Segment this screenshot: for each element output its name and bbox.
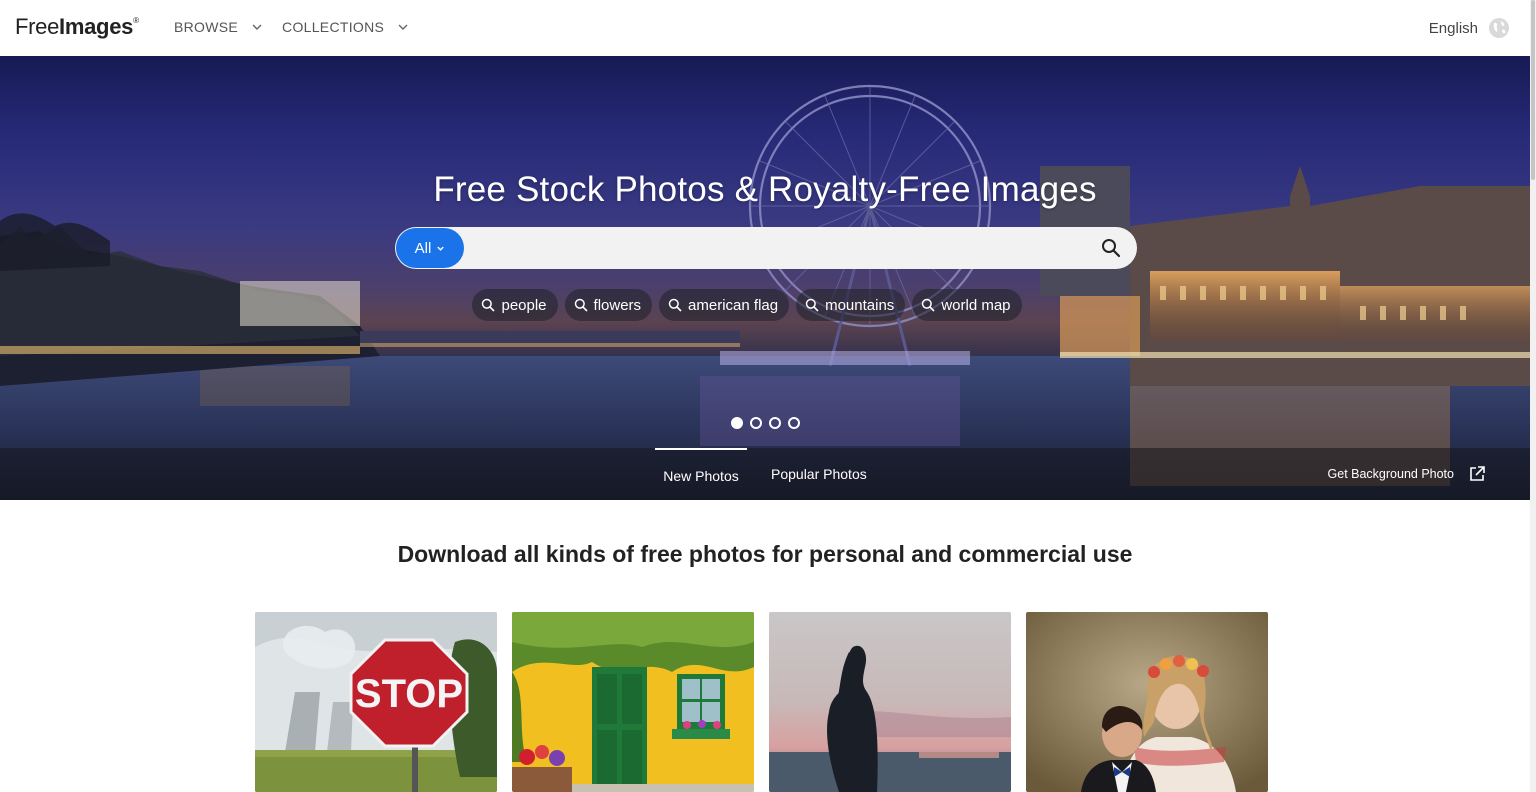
language-selector[interactable]: English — [1429, 17, 1510, 39]
photo-thumbnail: STOP — [255, 612, 497, 792]
search-scope-dropdown[interactable]: All — [396, 228, 464, 268]
tab-popular-photos-label: Popular Photos — [771, 466, 867, 482]
get-background-photo-label: Get Background Photo — [1327, 467, 1454, 481]
tab-new-photos[interactable]: New Photos — [655, 448, 747, 500]
scrollbar-thumb[interactable] — [1531, 0, 1535, 180]
photo-card[interactable]: STOP — [255, 612, 497, 792]
section-lead-text: Download all kinds of free photos for pe… — [397, 541, 1133, 567]
get-background-photo-link[interactable]: Get Background Photo — [1328, 448, 1486, 500]
search-tag[interactable]: people — [472, 289, 558, 321]
photo-thumbnail — [512, 612, 754, 792]
search-tag-label: flowers — [593, 296, 642, 314]
search-icon — [922, 298, 935, 312]
search-tag-label: american flag — [688, 296, 779, 314]
search-tag[interactable]: world map — [912, 289, 1022, 321]
top-header: FreeImages® BROWSE COLLECTIONS English — [0, 0, 1536, 56]
search-tag-label: world map — [941, 296, 1011, 314]
photo-grid: STOP — [255, 612, 1268, 792]
hero-background-image — [0, 84, 1530, 500]
nav-browse[interactable]: BROWSE — [174, 19, 282, 35]
chevron-down-icon — [437, 246, 445, 251]
stop-sign-text: STOP — [355, 672, 463, 716]
search-tag[interactable]: american flag — [659, 289, 790, 321]
carousel-indicators — [0, 417, 1530, 429]
search-icon — [574, 298, 588, 312]
hero-title: Free Stock Photos & Royalty-Free Images — [433, 170, 1097, 209]
hero-tab-bar: New Photos Popular Photos Get Background… — [0, 448, 1530, 500]
popular-search-tags: people flowers american flag mountains w… — [0, 289, 1530, 321]
search-icon — [805, 298, 819, 312]
nav-browse-label: BROWSE — [174, 19, 239, 35]
nav-collections[interactable]: COLLECTIONS — [282, 19, 428, 35]
carousel-dot[interactable] — [730, 417, 743, 429]
logo-light-text: Free — [15, 14, 60, 39]
search-tag-label: people — [501, 296, 547, 314]
globe-icon — [1489, 18, 1509, 38]
search-icon — [668, 298, 682, 312]
external-link-icon — [1470, 466, 1485, 481]
search-tag-label: mountains — [825, 296, 895, 314]
search-icon — [482, 298, 496, 312]
search-input[interactable] — [475, 233, 1075, 263]
tab-new-photos-label: New Photos — [663, 468, 739, 484]
chevron-down-icon — [398, 24, 408, 30]
tab-popular-photos[interactable]: Popular Photos — [763, 448, 875, 500]
photo-thumbnail — [1026, 612, 1268, 792]
logo-bold-text: Images — [59, 14, 134, 39]
photo-card[interactable] — [1026, 612, 1268, 792]
search-tag[interactable]: mountains — [796, 289, 906, 321]
search-icon[interactable] — [1101, 238, 1121, 258]
main-nav: BROWSE COLLECTIONS — [174, 19, 428, 35]
search-tag[interactable]: flowers — [564, 289, 653, 321]
search-scope-label: All — [414, 239, 432, 257]
hero-banner: Free Stock Photos & Royalty-Free Images … — [0, 56, 1530, 500]
carousel-dot[interactable] — [768, 417, 781, 429]
site-logo[interactable]: FreeImages® — [15, 14, 139, 40]
carousel-dot[interactable] — [787, 417, 800, 429]
photo-card[interactable] — [769, 612, 1011, 792]
photo-thumbnail — [769, 612, 1011, 792]
logo-registered-mark: ® — [133, 15, 139, 25]
photo-feed-tabs: New Photos Popular Photos — [655, 448, 883, 500]
language-label: English — [1428, 19, 1478, 37]
page-scrollbar[interactable] — [1530, 0, 1536, 792]
carousel-dot[interactable] — [749, 417, 762, 429]
nav-collections-label: COLLECTIONS — [282, 19, 385, 35]
photo-card[interactable] — [512, 612, 754, 792]
chevron-down-icon — [252, 24, 262, 30]
search-bar: All — [395, 227, 1137, 269]
